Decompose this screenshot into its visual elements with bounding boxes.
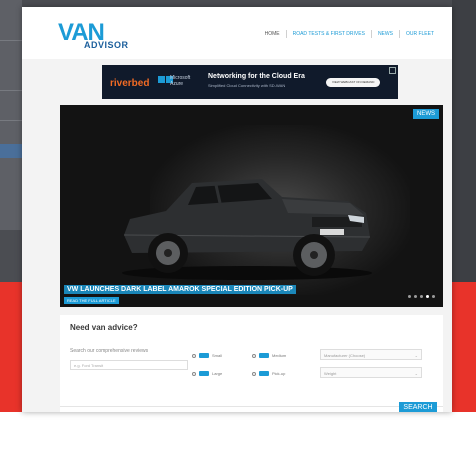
van-advice-search: Need van advice? Search our comprehensiv… [60,315,443,412]
background-right-strip [452,0,476,282]
radio-button[interactable] [192,353,196,358]
ad-brand-name: riverbed [110,78,150,89]
size-label: Large [212,371,223,376]
search-input[interactable]: e.g. Ford Transit [70,360,188,370]
ad-headline: Networking for the Cloud Era [208,73,305,80]
small-van-icon [199,353,209,358]
manufacturer-select-value: Manufacturer (Choose) [324,353,366,358]
main-nav: HOME ROAD TESTS & FIRST DRIVES NEWS OUR … [259,30,440,38]
pickup-icon [259,371,269,376]
advice-title: Need van advice? [70,323,138,332]
site-header: VAN ADVISOR HOME ROAD TESTS & FIRST DRIV… [22,7,452,59]
ad-subline: Simplified Cloud Connectivity with SD-WA… [208,83,286,88]
size-option-large[interactable]: Large [192,371,222,376]
divider [60,406,443,407]
slider-pagination [408,295,435,298]
size-label: Medium [272,353,287,358]
chevron-down-icon: ⌄ [414,371,418,376]
background-bottom [0,412,476,465]
weight-select[interactable]: Weight ⌄ [320,367,422,378]
pickup-truck-image [122,179,372,280]
size-option-medium[interactable]: Medium [252,353,286,358]
hero-slider[interactable]: NEWS VW LAUNCHES DARK LABEL AMAROK SPECI… [60,105,443,307]
divider [0,120,22,121]
size-option-pickup[interactable]: Pick-up [252,371,285,376]
medium-van-icon [259,353,269,358]
slider-dot[interactable] [432,295,435,298]
slider-dot-active[interactable] [426,295,429,298]
vanadvisor-logo[interactable]: VAN ADVISOR [58,21,128,53]
manufacturer-select[interactable]: Manufacturer (Choose) ⌄ [320,349,422,360]
advertisement-banner[interactable]: riverbed Microsoft Azure Networking for … [102,65,398,99]
size-label: Pick-up [272,371,286,376]
ad-cta-button[interactable]: VIEW WEBCAST ON DEMAND [326,78,381,87]
divider [0,90,22,91]
ad-partner-name: Microsoft Azure [170,75,191,87]
logo-advisor-text: ADVISOR [84,40,129,50]
news-badge: NEWS [413,109,439,119]
size-label: Small [212,353,223,358]
large-van-icon [199,371,209,376]
slider-dot[interactable] [408,295,411,298]
nav-news[interactable]: NEWS [370,30,399,38]
microsoft-logo-icon [158,76,165,83]
divider [0,40,22,41]
chevron-down-icon: ⌄ [414,353,418,358]
nav-home[interactable]: HOME [259,30,286,38]
search-button[interactable]: SEARCH [399,402,437,412]
read-more-link[interactable]: READ THE FULL ARTICLE [64,297,119,304]
advice-description: Search our comprehensive reviews [70,348,149,354]
nav-our-fleet[interactable]: OUR FLEET [398,30,440,38]
website-screenshot: VAN ADVISOR HOME ROAD TESTS & FIRST DRIV… [22,7,452,412]
size-option-small[interactable]: Small [192,353,222,358]
hero-headline[interactable]: VW LAUNCHES DARK LABEL AMAROK SPECIAL ED… [64,285,296,294]
slider-dot[interactable] [414,295,417,298]
ad-close-icon[interactable] [389,67,396,74]
radio-button[interactable] [252,353,256,358]
radio-button[interactable] [192,371,196,376]
nav-road-tests[interactable]: ROAD TESTS & FIRST DRIVES [285,30,371,38]
radio-button[interactable] [252,371,256,376]
background-left-panel [0,0,22,230]
weight-select-value: Weight [324,371,337,376]
slider-dot[interactable] [420,295,423,298]
background-highlight [0,144,22,158]
